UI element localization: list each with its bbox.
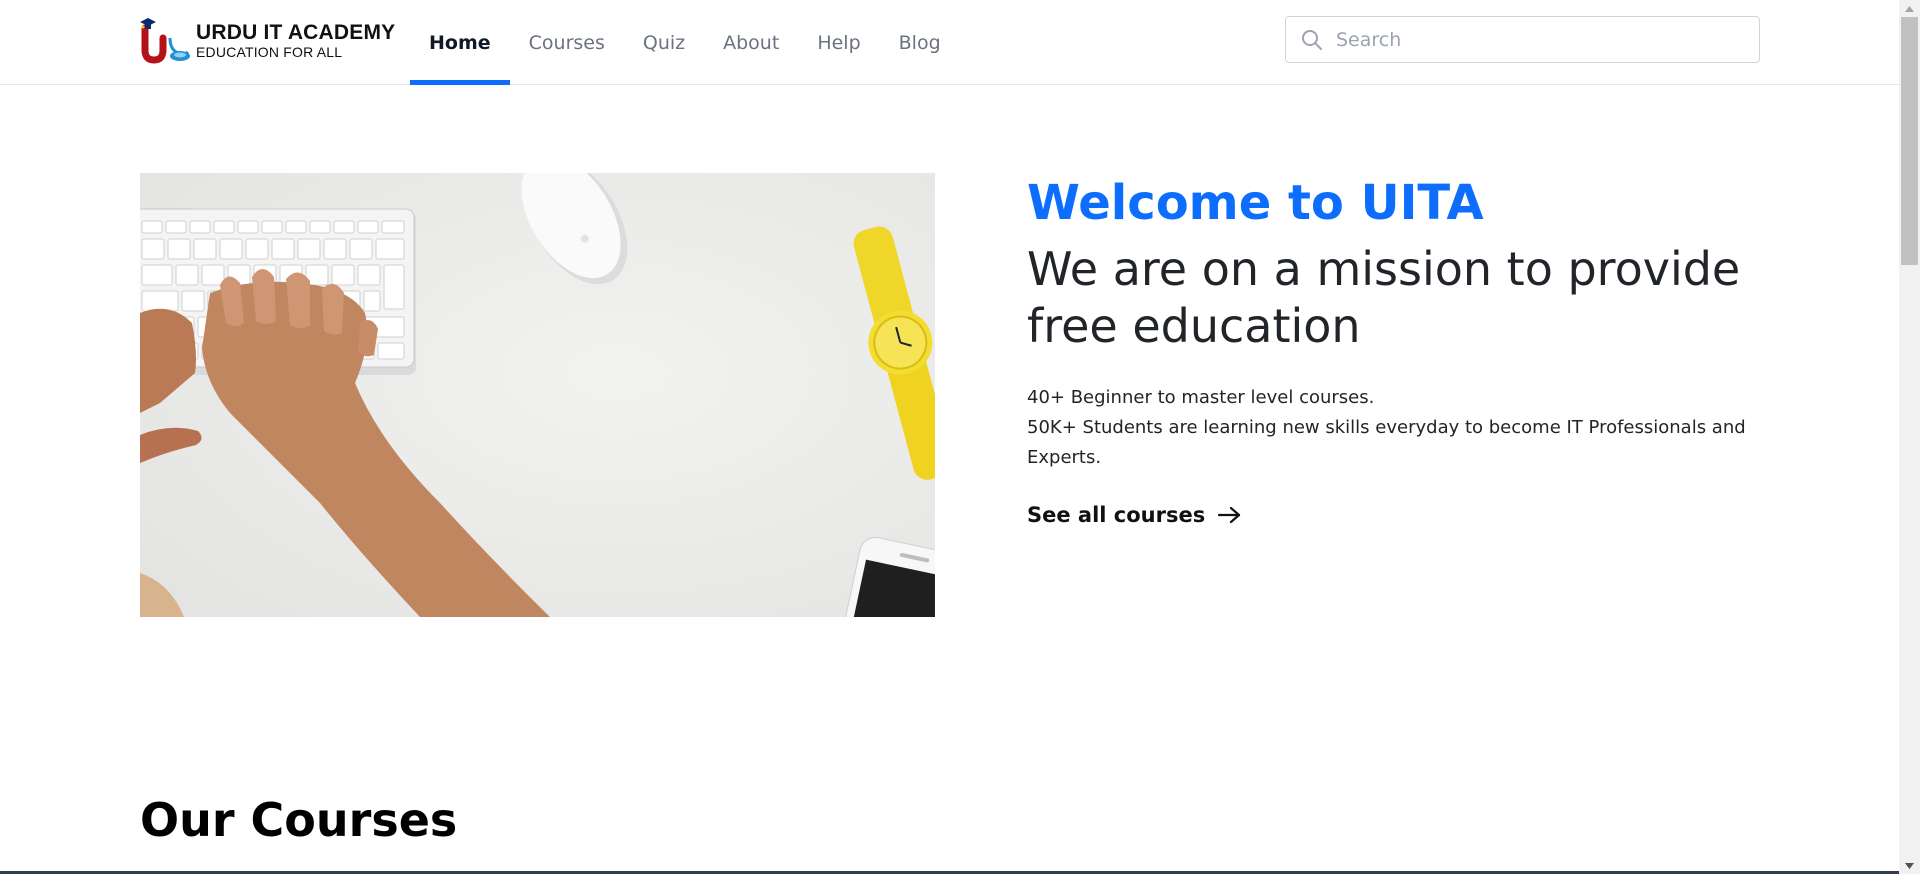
nav-help[interactable]: Help <box>798 0 879 85</box>
hero-section: Welcome to UITA We are on a mission to p… <box>1027 175 1767 527</box>
see-all-courses-link[interactable]: See all courses <box>1027 503 1243 527</box>
nav-courses[interactable]: Courses <box>510 0 624 85</box>
scroll-down-icon[interactable] <box>1899 857 1920 874</box>
hero-description-line-1: 40+ Beginner to master level courses. <box>1027 387 1375 408</box>
scroll-up-icon[interactable] <box>1899 0 1920 17</box>
main-nav: Home Courses Quiz About Help Blog <box>410 0 960 85</box>
top-navbar: URDU IT ACADEMY EDUCATION FOR ALL Home C… <box>0 0 1899 85</box>
nav-home[interactable]: Home <box>410 0 510 85</box>
search-icon <box>1302 29 1322 50</box>
nav-quiz[interactable]: Quiz <box>624 0 704 85</box>
hero-welcome-heading: Welcome to UITA <box>1027 175 1484 231</box>
page: URDU IT ACADEMY EDUCATION FOR ALL Home C… <box>0 0 1899 874</box>
hero-description-line-2: 50K+ Students are learning new skills ev… <box>1027 417 1746 468</box>
nav-about[interactable]: About <box>704 0 798 85</box>
arrow-right-icon <box>1218 506 1241 524</box>
logo-title: URDU IT ACADEMY <box>196 20 396 44</box>
site-logo[interactable]: URDU IT ACADEMY EDUCATION FOR ALL <box>140 16 395 64</box>
search-box <box>1285 16 1760 63</box>
search-input[interactable] <box>1324 17 1759 62</box>
page-scrollbar[interactable] <box>1899 0 1920 874</box>
hero-image <box>140 173 935 617</box>
hero-mission-heading: We are on a mission to provide free educ… <box>1027 242 1741 353</box>
nav-blog[interactable]: Blog <box>880 0 960 85</box>
see-all-courses-label: See all courses <box>1027 503 1206 527</box>
logo-subtitle: EDUCATION FOR ALL <box>196 43 343 60</box>
hero-description: 40+ Beginner to master level courses. 50… <box>1027 383 1767 473</box>
our-courses-heading: Our Courses <box>140 793 458 847</box>
scrollbar-thumb[interactable] <box>1901 17 1918 265</box>
uita-logo-icon <box>140 16 192 64</box>
